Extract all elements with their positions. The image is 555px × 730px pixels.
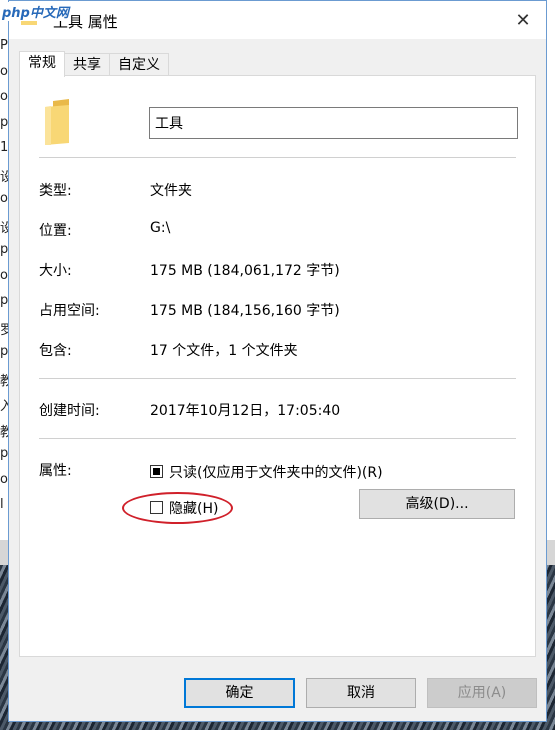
tab-general[interactable]: 常规: [19, 51, 65, 77]
logo-cn: 中文网: [29, 6, 69, 21]
size-label: 大小:: [39, 263, 72, 279]
general-tab-panel: [19, 75, 536, 657]
created-label: 创建时间:: [39, 403, 100, 419]
attributes-label: 属性:: [39, 463, 72, 479]
logo-latin: php: [2, 6, 30, 21]
divider: [39, 378, 516, 379]
advanced-button[interactable]: 高级(D)...: [359, 489, 515, 519]
title-bar: 工具 属性 ✕: [9, 1, 546, 39]
folder-icon: [45, 99, 69, 145]
type-value: 文件夹: [150, 183, 192, 199]
location-value: G:\: [150, 220, 171, 236]
readonly-checkbox-label[interactable]: 只读(仅应用于文件夹中的文件)(R): [169, 462, 383, 482]
readonly-checkbox[interactable]: [150, 465, 163, 478]
tab-customize[interactable]: 自定义: [109, 53, 169, 76]
properties-dialog: 工具 属性 ✕ 常规 共享 自定义 类型: 文件夹 位置: G:\ 大小: 17…: [8, 0, 547, 722]
tab-bar: 常规 共享 自定义: [19, 51, 169, 77]
location-label: 位置:: [39, 223, 72, 239]
ok-button[interactable]: 确定: [184, 678, 295, 708]
created-value: 2017年10月12日，17:05:40: [150, 403, 341, 419]
annotation-circle: [122, 492, 233, 524]
close-button[interactable]: ✕: [500, 1, 546, 39]
divider: [39, 157, 516, 158]
close-icon: ✕: [515, 9, 531, 31]
apply-button[interactable]: 应用(A): [427, 678, 537, 708]
contains-value: 17 个文件，1 个文件夹: [150, 343, 298, 359]
folder-name-input[interactable]: [149, 107, 518, 139]
site-logo: php中文网: [0, 2, 71, 21]
size-on-disk-value: 175 MB (184,156,160 字节): [150, 303, 340, 319]
tab-sharing[interactable]: 共享: [64, 53, 110, 76]
cancel-button[interactable]: 取消: [306, 678, 416, 708]
size-value: 175 MB (184,061,172 字节): [150, 263, 340, 279]
divider: [39, 438, 516, 439]
size-on-disk-label: 占用空间:: [39, 303, 100, 319]
type-label: 类型:: [39, 183, 72, 199]
contains-label: 包含:: [39, 343, 72, 359]
